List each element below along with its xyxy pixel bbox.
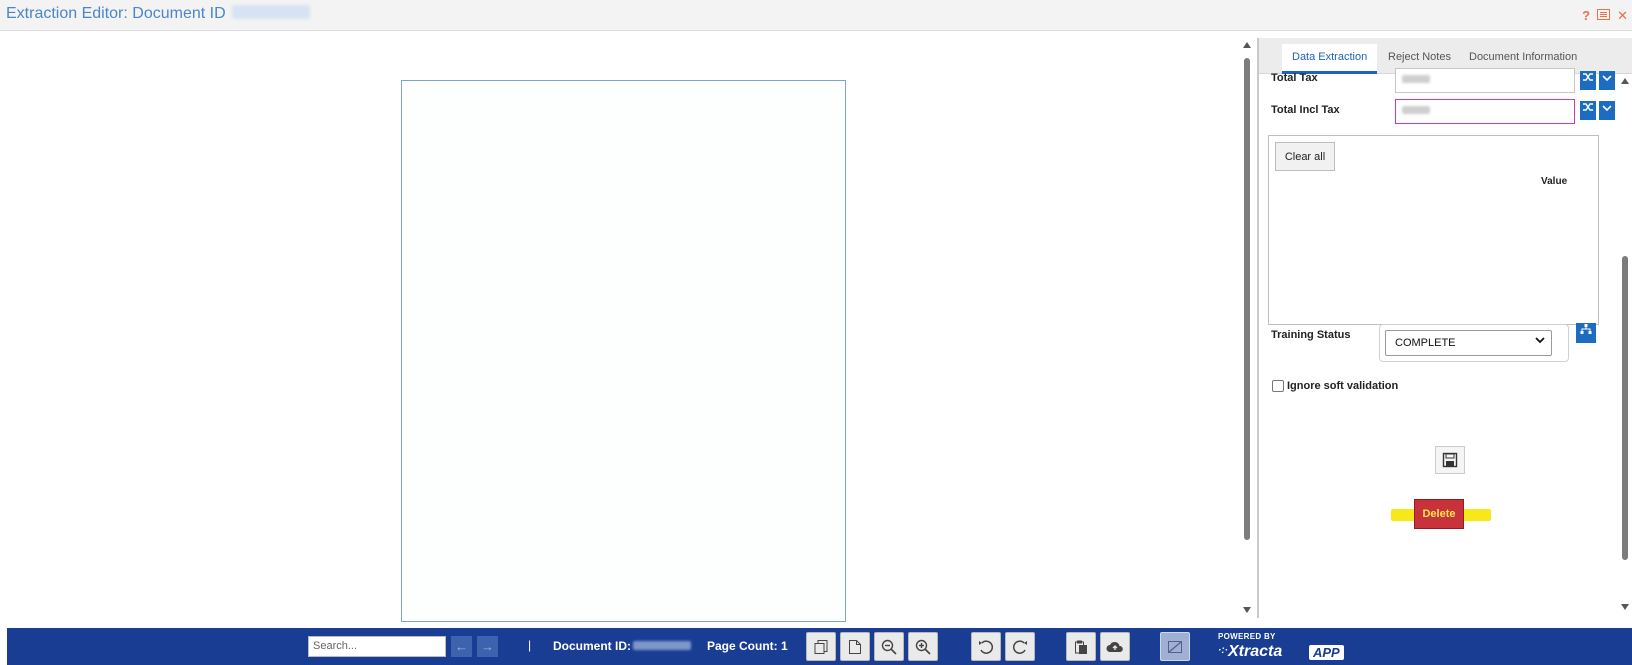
footer-toolbar: Search... ← → | Document ID: Page Count:… [7,628,1632,665]
validate-icon[interactable] [1599,71,1615,90]
rotate-left-icon[interactable] [971,632,1001,661]
document-id-redacted [633,641,691,650]
brand-app-badge: APP [1309,645,1344,660]
chevron-down-icon [1535,336,1545,347]
viewer-scrollbar[interactable] [1241,40,1253,615]
extraction-panel: Data Extraction Reject Notes Document In… [1257,38,1632,618]
viewer-scroll-thumb[interactable] [1244,58,1250,540]
scroll-up-arrow-icon[interactable] [1243,42,1251,48]
page-icon[interactable] [840,632,870,661]
total-incl-tax-label: Total Incl Tax [1271,104,1340,116]
training-status-label: Training Status [1271,329,1351,341]
rotate-right-icon[interactable] [1005,632,1035,661]
redacted-value [1402,106,1430,114]
redacted-value [1402,75,1430,83]
close-icon[interactable]: ✕ [1617,8,1628,24]
cloud-upload-icon[interactable] [1100,632,1130,661]
clipboard-icon[interactable] [1066,632,1096,661]
xtracta-logo: ·:·Xtracta [1218,643,1282,661]
shuffle-icon[interactable] [1580,101,1596,120]
window-title-text: Extraction Editor: Document ID [6,5,226,22]
document-viewer [0,32,1240,622]
ignore-soft-validation-label: Ignore soft validation [1287,380,1399,392]
help-icon[interactable]: ? [1582,8,1590,24]
total-tax-input[interactable] [1395,68,1575,93]
zoom-out-icon[interactable] [874,632,904,661]
save-icon [1442,452,1458,468]
document-page[interactable] [401,80,846,622]
training-status-value: COMPLETE [1395,337,1456,349]
total-tax-label: Total Tax [1271,72,1318,84]
page-count: Page Count: 1 [707,639,788,653]
search-input[interactable]: Search... [308,636,446,657]
document-id-redacted [231,5,310,19]
copy-pages-icon[interactable] [806,632,836,661]
previous-arrow-icon[interactable]: ← [451,636,472,657]
scroll-up-arrow-icon[interactable] [1621,78,1629,84]
tab-data-extraction[interactable]: Data Extraction [1282,44,1378,74]
scroll-down-arrow-icon[interactable] [1621,604,1629,610]
panel-scroll-thumb[interactable] [1622,256,1628,560]
grid-value-header: Value [1541,176,1568,187]
title-bar-icons: ? ✕ [1582,8,1628,24]
separator: | [528,638,532,652]
total-incl-tax-input[interactable] [1395,99,1575,124]
line-items-grid: Clear all Value [1268,135,1599,325]
menu-icon[interactable] [1597,8,1611,24]
panel-scrollbar[interactable] [1620,76,1630,612]
brand-name: Xtracta [1228,643,1283,660]
ignore-soft-validation-checkbox[interactable] [1272,380,1284,392]
clear-all-button[interactable]: Clear all [1275,142,1335,171]
save-button[interactable] [1435,446,1465,474]
delete-button[interactable]: Delete [1414,499,1464,529]
training-status-select[interactable]: COMPLETE [1385,330,1552,356]
scroll-down-arrow-icon[interactable] [1243,607,1251,613]
shuffle-icon[interactable] [1580,71,1596,90]
logo-dots-icon: ·:· [1218,645,1228,656]
zoom-in-icon[interactable] [908,632,938,661]
training-status-wrapper: COMPLETE [1379,324,1569,362]
powered-by-text: POWERED BY [1218,632,1276,641]
validate-icon[interactable] [1599,101,1615,120]
hierarchy-icon[interactable] [1576,323,1596,343]
document-id-text: Document ID: [553,639,691,653]
window-title: Extraction Editor: Document ID [6,5,310,23]
document-id-label: Document ID: [553,639,631,653]
next-arrow-icon[interactable]: → [477,636,498,657]
disabled-edit-icon[interactable] [1160,632,1190,661]
title-bar: Extraction Editor: Document ID ? ✕ [0,0,1632,31]
